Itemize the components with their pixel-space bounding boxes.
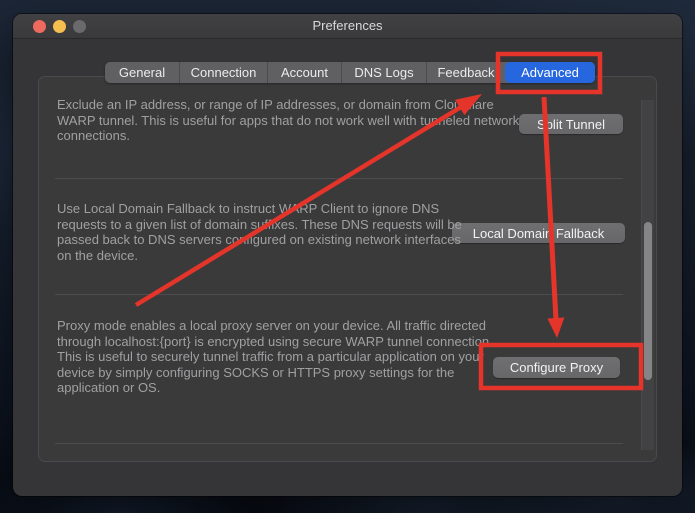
local-domain-fallback-description: Use Local Domain Fallback to instruct WA…	[57, 201, 477, 263]
scrollbar-track[interactable]	[641, 100, 654, 450]
close-button[interactable]	[33, 20, 46, 33]
titlebar[interactable]: Preferences	[13, 14, 682, 39]
section-divider	[55, 178, 623, 179]
configure-proxy-button[interactable]: Configure Proxy	[493, 357, 620, 378]
tab-dns-logs[interactable]: DNS Logs	[342, 62, 427, 83]
split-tunnel-button[interactable]: Split Tunnel	[519, 114, 623, 134]
section-divider	[55, 294, 623, 295]
tab-bar: General Connection Account DNS Logs Feed…	[105, 62, 595, 83]
tab-general[interactable]: General	[105, 62, 180, 83]
traffic-lights	[33, 20, 86, 33]
tab-account[interactable]: Account	[268, 62, 342, 83]
section-divider	[55, 443, 623, 444]
tab-feedback[interactable]: Feedback	[427, 62, 505, 83]
scrollbar-thumb[interactable]	[644, 222, 652, 380]
split-tunnel-description: Exclude an IP address, or range of IP ad…	[57, 97, 529, 144]
zoom-button-disabled	[73, 20, 86, 33]
minimize-button[interactable]	[53, 20, 66, 33]
preferences-window: Preferences General Connection Account D…	[13, 14, 682, 496]
window-title: Preferences	[13, 14, 682, 38]
tab-advanced[interactable]: Advanced	[505, 62, 595, 83]
local-domain-fallback-button[interactable]: Local Domain Fallback	[452, 223, 625, 243]
configure-proxy-description: Proxy mode enables a local proxy server …	[57, 318, 507, 396]
tab-connection[interactable]: Connection	[180, 62, 268, 83]
